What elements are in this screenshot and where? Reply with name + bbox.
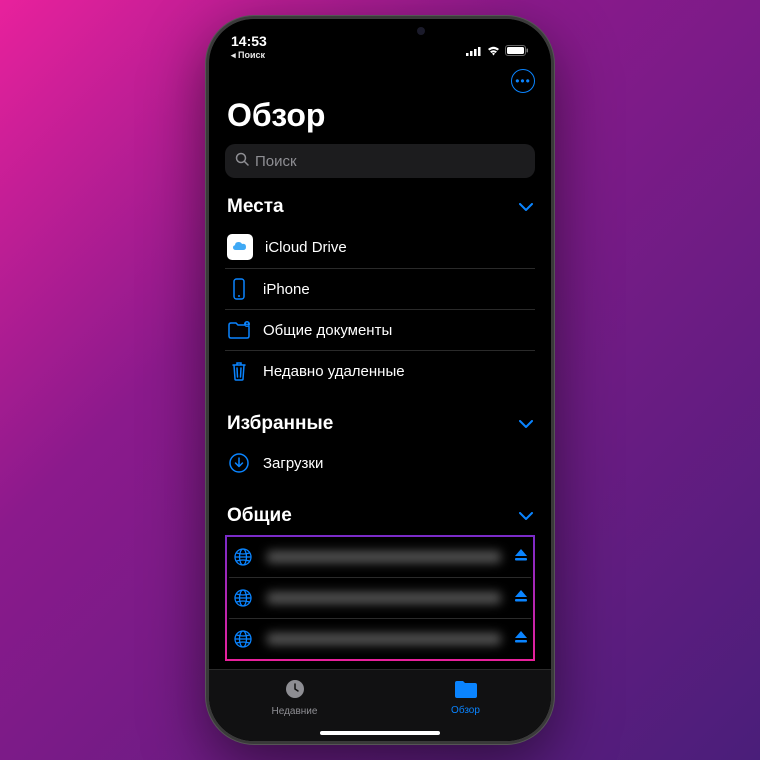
list-item-label: iCloud Drive [265,239,533,256]
nav-top: ••• [209,63,551,95]
section-header-locations[interactable]: Места [225,192,535,226]
globe-icon [231,627,255,651]
list-item-label [267,633,501,645]
list-item-label [267,551,501,563]
location-recently-deleted[interactable]: Недавно удаленные [225,351,535,391]
location-icloud-drive[interactable]: iCloud Drive [225,226,535,269]
status-back-link[interactable]: ◂ Поиск [231,50,265,61]
shared-server-1[interactable] [229,537,531,578]
search-placeholder: Поиск [255,153,297,170]
list-item-label: Общие документы [263,322,533,339]
tab-label: Обзор [451,705,480,716]
notch [305,19,455,45]
tab-label: Недавние [272,706,318,717]
eject-icon[interactable] [513,588,529,608]
location-shared-docs[interactable]: Общие документы [225,310,535,351]
list-item-label: iPhone [263,281,533,298]
location-iphone[interactable]: iPhone [225,269,535,310]
battery-icon [505,43,529,59]
search-icon [235,152,249,170]
chevron-down-icon [519,198,533,216]
ellipsis-icon: ••• [515,75,531,87]
section-header-favorites[interactable]: Избранные [225,409,535,443]
trash-icon [227,359,251,383]
section-favorites: Избранные Загрузки [225,409,535,483]
tab-browse[interactable]: Обзор [380,670,551,723]
favorite-downloads[interactable]: Загрузки [225,443,535,483]
shared-server-3[interactable] [229,619,531,659]
eject-icon[interactable] [513,547,529,567]
phone-icon [227,277,251,301]
section-shared: Общие [225,501,535,661]
list-item-label [267,592,501,604]
folder-icon [453,678,479,703]
folder-badge-icon [227,318,251,342]
status-time: 14:53 [231,33,267,49]
section-title: Общие [227,505,292,527]
chevron-down-icon [519,507,533,525]
list-item-label: Недавно удаленные [263,363,533,380]
content-scroll[interactable]: Места iCloud Drive iPhone [209,192,551,669]
cellular-icon [466,43,482,59]
globe-icon [231,545,255,569]
shared-server-2[interactable] [229,578,531,619]
globe-icon [231,586,255,610]
phone-frame: 14:53 ◂ Поиск ••• Обзор [206,16,554,744]
wifi-icon [486,43,501,59]
list-item-label: Загрузки [263,455,533,472]
section-header-shared[interactable]: Общие [225,501,535,535]
page-title: Обзор [209,95,551,144]
eject-icon[interactable] [513,629,529,649]
search-input[interactable]: Поиск [225,144,535,178]
chevron-down-icon [519,415,533,433]
section-locations: Места iCloud Drive iPhone [225,192,535,391]
section-title: Места [227,196,284,218]
download-icon [227,451,251,475]
clock-icon [283,677,307,704]
highlight-annotation [225,535,535,661]
home-indicator[interactable] [320,731,440,735]
icloud-icon [227,234,253,260]
section-title: Избранные [227,413,333,435]
more-button[interactable]: ••• [511,69,535,93]
tab-recents[interactable]: Недавние [209,670,380,723]
screen: 14:53 ◂ Поиск ••• Обзор [209,19,551,741]
